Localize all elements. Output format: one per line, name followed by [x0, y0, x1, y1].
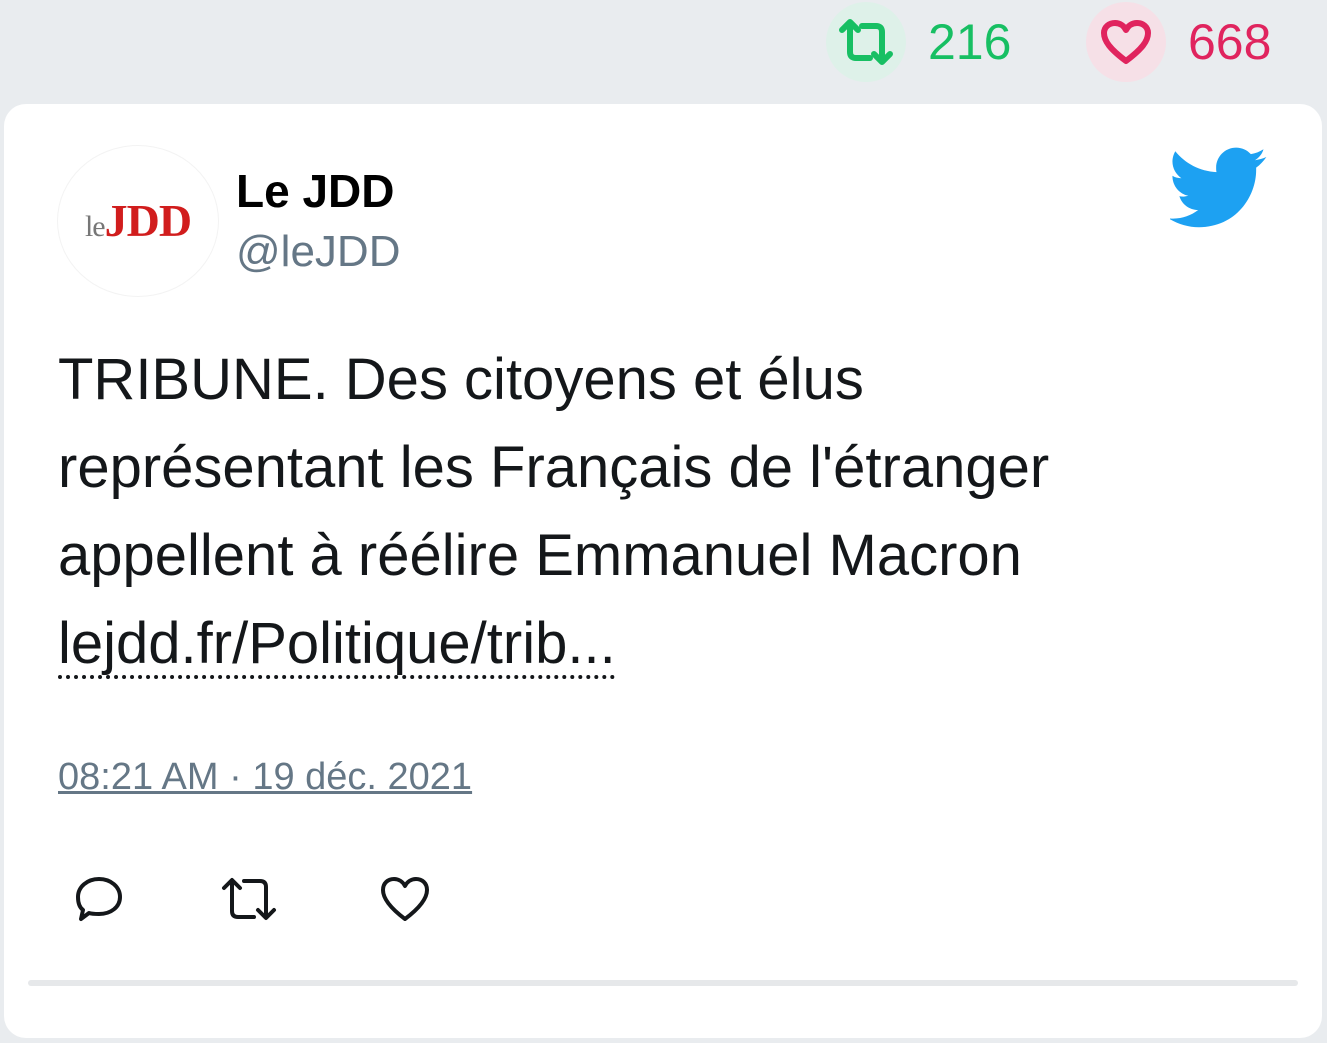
like-count: 668 — [1188, 14, 1272, 70]
tweet-text-line: appellent à réélire Emmanuel Macron — [58, 523, 1022, 588]
tweet-timestamp[interactable]: 08:21 AM · 19 déc. 2021 — [58, 756, 472, 799]
jdd-logo: leJDD — [84, 195, 192, 246]
avatar[interactable]: leJDD — [58, 146, 218, 296]
tweet-text-line: TRIBUNE. Des citoyens et élus — [58, 347, 864, 412]
logo-jdd-text: JDD — [104, 195, 192, 246]
heart-icon[interactable] — [1086, 2, 1166, 82]
engagement-summary: 216 668 — [0, 0, 1327, 100]
divider — [28, 980, 1298, 986]
logo-le-text: le — [84, 210, 106, 243]
tweet-card: leJDD Le JDD @leJDD TRIBUNE. Des citoyen… — [4, 104, 1322, 1038]
retweet-icon[interactable] — [826, 2, 906, 82]
author-name[interactable]: Le JDD — [236, 166, 394, 217]
like-icon — [381, 877, 429, 921]
reply-button[interactable] — [64, 864, 134, 934]
retweet-stat[interactable]: 216 — [826, 2, 1011, 82]
retweet-count: 216 — [928, 14, 1012, 70]
tweet-text: TRIBUNE. Des citoyens et élus représenta… — [58, 336, 1278, 688]
like-stat[interactable]: 668 — [1086, 2, 1271, 82]
tweet-text-line: représentant les Français de l'étranger — [58, 435, 1050, 500]
author-handle[interactable]: @leJDD — [236, 227, 400, 276]
twitter-bird-icon[interactable] — [1170, 146, 1268, 230]
tweet-link[interactable]: lejdd.fr/Politique/trib... — [58, 611, 616, 676]
reply-icon — [76, 877, 122, 921]
like-button[interactable] — [370, 864, 440, 934]
retweet-icon — [222, 878, 276, 920]
retweet-button[interactable] — [214, 864, 284, 934]
